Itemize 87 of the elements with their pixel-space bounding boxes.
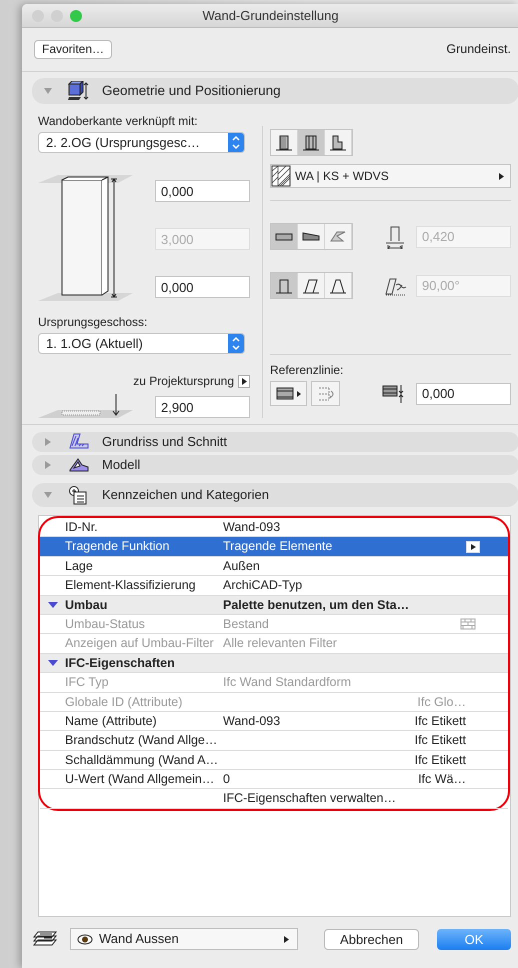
- property-name: Tragende Funktion: [65, 538, 170, 556]
- top-offset-field[interactable]: 0,000: [155, 180, 250, 202]
- favorites-button[interactable]: Favoriten…: [34, 40, 112, 59]
- property-name: ID-Nr.: [65, 519, 99, 536]
- arrow-icon: [499, 172, 504, 180]
- composite-select[interactable]: WA | KS + WDVS: [270, 164, 511, 188]
- property-name: Name (Attribute): [65, 712, 158, 730]
- property-source: Ifc Etikett: [414, 752, 466, 769]
- property-value: Tragende Elemente: [223, 538, 334, 556]
- property-value: Ifc Wand Standardform: [223, 674, 352, 692]
- cancel-button[interactable]: Abbrechen: [324, 928, 419, 950]
- layer-select[interactable]: Wand Aussen: [70, 928, 298, 950]
- property-row[interactable]: Schalldämmung (Wand A… Ifc Etikett: [40, 750, 508, 770]
- manage-properties-link[interactable]: IFC-Eigenschaften verwalten…: [223, 789, 466, 808]
- reference-line-label: Referenzlinie:: [270, 363, 344, 377]
- arrow-icon: [242, 378, 246, 384]
- property-name: IFC-Eigenschaften: [65, 654, 176, 672]
- property-value: Bestand: [223, 616, 270, 633]
- property-source: Ifc Etikett: [414, 712, 466, 730]
- property-name: Element-Klassifizierung: [65, 577, 197, 594]
- layers-icon: [32, 930, 58, 948]
- eye-icon: [77, 934, 93, 944]
- property-row[interactable]: Brandschutz (Wand Allge… Ifc Etikett: [40, 731, 508, 751]
- stepper-icon: [228, 133, 244, 152]
- story-select[interactable]: 2. 2.OG (Ursprungsgesc…: [38, 132, 245, 153]
- structure-type-button[interactable]: [298, 130, 325, 155]
- property-name: Schalldämmung (Wand A…: [65, 752, 220, 769]
- reference-line-button[interactable]: [270, 381, 307, 406]
- property-name: Anzeigen auf Umbau-Filter: [65, 635, 215, 652]
- property-value: Palette benutzen, um den Sta…: [223, 596, 410, 614]
- single-layer-wall-icon: [275, 134, 293, 152]
- property-source: Ifc Wä…: [418, 771, 466, 788]
- preset-label: Grundeinst.: [446, 41, 511, 58]
- property-row[interactable]: U-Wert (Wand Allgemein… 0 Ifc Wä…: [40, 770, 508, 790]
- property-value: 0: [223, 771, 231, 788]
- wall-shape-button[interactable]: [271, 224, 298, 249]
- section-header[interactable]: Modell: [32, 455, 518, 475]
- property-name: Umbau-Status: [65, 616, 146, 633]
- wall-profile-button[interactable]: [271, 273, 298, 298]
- projection-label: zu Projektursprung: [133, 374, 234, 388]
- thickness-icon: [384, 224, 406, 248]
- offset-icon: [382, 382, 406, 404]
- projection-menu-button[interactable]: [238, 374, 250, 388]
- story-select[interactable]: 1. 1.OG (Aktuell): [38, 333, 245, 354]
- property-value: ArchiCAD-Typ: [223, 577, 304, 594]
- property-name: Brandschutz (Wand Allge…: [65, 732, 218, 750]
- double-slanted-wall-icon: [329, 276, 347, 294]
- window-title: Wand-Grundeinstellung: [202, 6, 339, 25]
- slanted-wall-icon: [302, 276, 320, 294]
- section-header[interactable]: Geometrie und Positionierung: [32, 78, 518, 104]
- property-name: Umbau: [65, 596, 108, 614]
- arrow-icon: [284, 936, 289, 942]
- property-source: Ifc Etikett: [414, 732, 466, 750]
- hatch-pattern-icon: [271, 165, 291, 187]
- slant-angle-icon: [384, 276, 408, 296]
- property-value: Wand-093: [223, 712, 282, 730]
- property-name: U-Wert (Wand Allgemein…: [65, 771, 216, 788]
- stepper-icon: [228, 334, 244, 353]
- property-value: Außen: [223, 558, 261, 575]
- section-header[interactable]: Kennzeichen und Kategorien: [32, 483, 518, 507]
- field-label: Ursprungsgeschoss:: [38, 315, 148, 329]
- projection-field[interactable]: 2,900: [155, 396, 250, 418]
- flip-icon: [316, 384, 334, 402]
- property-value: Wand-093: [223, 519, 282, 536]
- flip-reference-button[interactable]: [311, 381, 340, 406]
- property-name: Lage: [65, 558, 94, 575]
- property-row[interactable]: IFC-Eigenschaften verwalten…: [40, 789, 508, 809]
- property-source: Ifc Glo…: [417, 694, 466, 711]
- box-dimension-icon: [68, 81, 90, 101]
- field-label: Wandoberkante verknüpft mit:: [38, 114, 199, 128]
- profiled-wall-icon: [329, 134, 347, 152]
- bottom-offset-field[interactable]: 0,000: [155, 276, 250, 298]
- property-row[interactable]: Tragende Funktion Tragende Elemente: [40, 537, 508, 557]
- property-name: Globale ID (Attribute): [65, 694, 184, 711]
- layered-wall-icon: [302, 134, 320, 152]
- property-value: Alle relevanten Filter: [223, 635, 338, 652]
- group-row[interactable]: Umbau Palette benutzen, um den Sta…: [40, 596, 508, 615]
- property-row[interactable]: Name (Attribute) Wand-093 Ifc Etikett: [40, 712, 508, 732]
- disclosure-triangle-icon[interactable]: [48, 600, 58, 609]
- disclosure-triangle-icon[interactable]: [48, 659, 58, 668]
- reference-offset-field[interactable]: 0,000: [416, 382, 511, 404]
- property-name: IFC Typ: [65, 674, 110, 692]
- reference-line-icon: [276, 386, 302, 400]
- vertical-wall-icon: [275, 276, 293, 294]
- property-row[interactable]: Lage Außen: [40, 556, 508, 576]
- section-header[interactable]: Grundriss und Schnitt: [32, 432, 518, 452]
- group-row[interactable]: IFC-Eigenschaften: [40, 654, 508, 674]
